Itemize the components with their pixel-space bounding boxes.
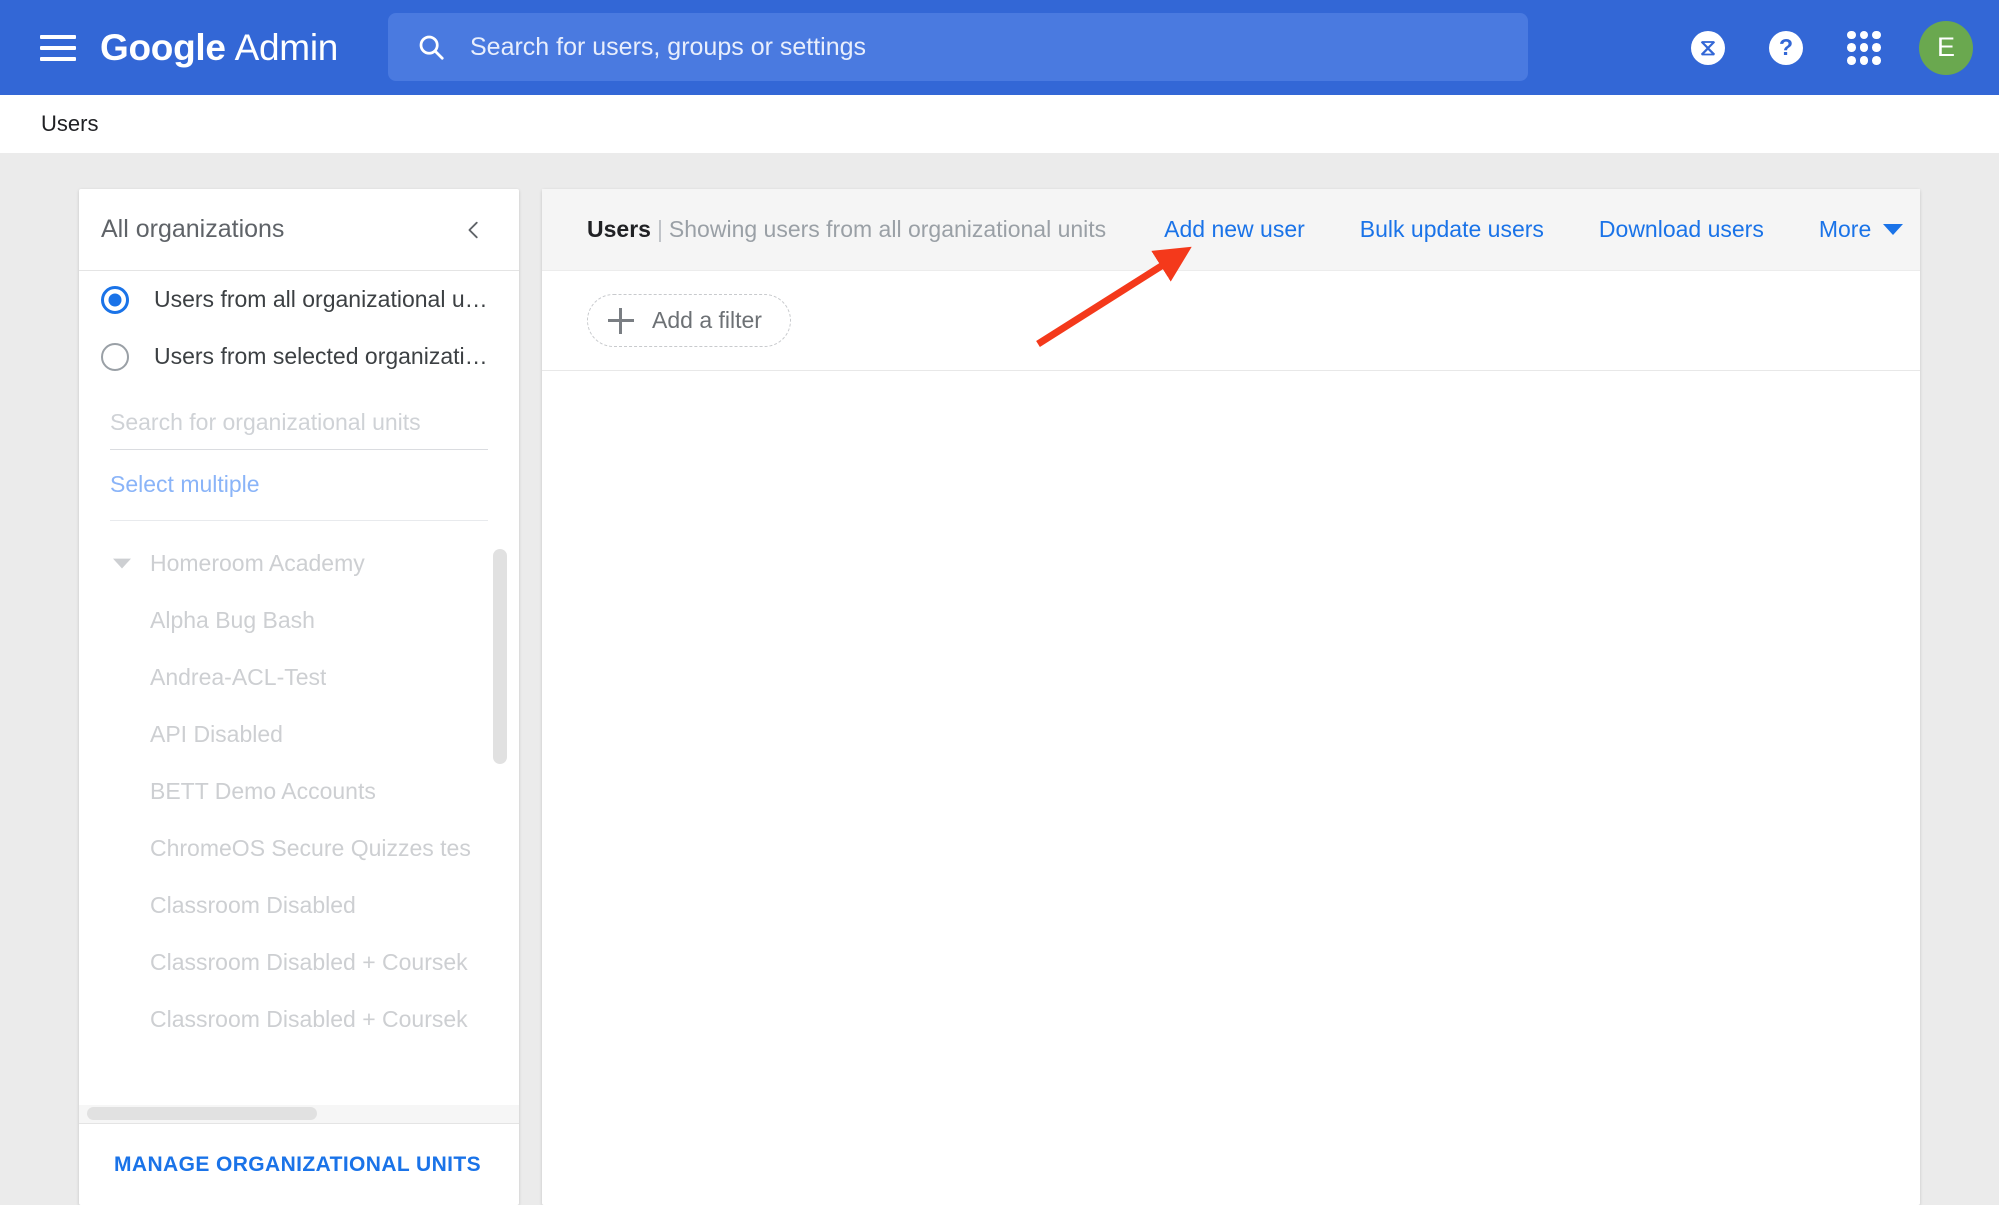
add-new-user-link[interactable]: Add new user xyxy=(1164,216,1305,243)
manage-ou-bar: MANAGE ORGANIZATIONAL UNITS xyxy=(79,1123,519,1205)
ou-tree-item-label: Homeroom Academy xyxy=(150,550,365,576)
ou-tree-item-child[interactable]: Classroom Disabled xyxy=(79,877,519,934)
plus-icon xyxy=(608,307,634,334)
users-panel-subtitle: Showing users from all organizational un… xyxy=(668,216,1107,242)
users-table-empty-area xyxy=(542,371,1920,1203)
users-panel-title: Users | Showing users from all organizatio… xyxy=(587,216,1106,243)
page-title: Users xyxy=(587,216,651,242)
avatar[interactable]: E xyxy=(1919,20,1973,75)
ou-tree[interactable]: Homeroom Academy Alpha Bug Bash Andrea-A… xyxy=(79,521,519,1123)
users-action-links: Add new user Bulk update users Download … xyxy=(1164,216,1904,243)
chevron-down-icon[interactable] xyxy=(110,552,134,576)
brand-google-text: Google xyxy=(100,26,226,68)
ou-tree-vertical-scrollbar[interactable] xyxy=(493,549,507,764)
hourglass-icon[interactable]: ⧖ xyxy=(1691,30,1725,65)
ou-tree-item-label: Andrea-ACL-Test xyxy=(150,664,327,690)
radio-indicator-selected[interactable] xyxy=(101,285,129,314)
ou-tree-item-label: Alpha Bug Bash xyxy=(150,607,315,633)
top-app-bar: Google Admin Search for users, groups or … xyxy=(0,0,1999,95)
hamburger-menu-icon[interactable] xyxy=(40,34,76,61)
ou-tree-item-child[interactable]: BETT Demo Accounts xyxy=(79,763,519,820)
download-users-link[interactable]: Download users xyxy=(1599,216,1764,243)
apps-grid-icon[interactable] xyxy=(1847,30,1881,65)
ou-tree-item-child[interactable]: Classroom Disabled + Coursek xyxy=(79,934,519,991)
ou-tree-item-child[interactable]: Alpha Bug Bash xyxy=(79,592,519,649)
brand-logo: Google Admin xyxy=(100,27,338,69)
select-multiple-link[interactable]: Select multiple xyxy=(110,450,488,521)
ou-tree-item-label: ChromeOS Secure Quizzes tes xyxy=(150,835,471,861)
header-icon-group: ⧖ ? E xyxy=(1691,0,1999,95)
help-icon[interactable]: ? xyxy=(1769,30,1803,65)
ou-tree-item-child[interactable]: API Disabled xyxy=(79,706,519,763)
ou-tree-horizontal-scrollbar-thumb[interactable] xyxy=(87,1107,317,1120)
radio-label-all-ous: Users from all organizational units xyxy=(154,286,497,312)
page-body: All organizations Users from all organiz… xyxy=(0,153,1999,1205)
filter-row: Add a filter xyxy=(542,271,1920,371)
ou-search-input[interactable] xyxy=(110,409,488,436)
ou-tree-item-child[interactable]: Classroom Disabled + Coursek xyxy=(79,991,519,1048)
search-icon xyxy=(416,32,446,62)
ou-tree-item-label: API Disabled xyxy=(150,721,283,747)
more-link[interactable]: More xyxy=(1819,216,1871,243)
add-a-filter-button[interactable]: Add a filter xyxy=(587,294,791,347)
search-placeholder-text: Search for users, groups or settings xyxy=(470,32,867,61)
radio-users-all-ous[interactable]: Users from all organizational units xyxy=(79,271,519,328)
breadcrumb-current: Users xyxy=(41,111,99,136)
radio-indicator-unselected[interactable] xyxy=(101,342,129,371)
brand-admin-text: Admin xyxy=(234,26,339,68)
ou-tree-item-label: BETT Demo Accounts xyxy=(150,778,376,804)
users-main-panel: Users | Showing users from all organizatio… xyxy=(542,189,1920,1205)
add-a-filter-label: Add a filter xyxy=(652,307,762,333)
radio-label-selected-ous: Users from selected organizational... xyxy=(154,343,497,369)
organizations-panel-header: All organizations xyxy=(79,189,519,271)
radio-users-selected-ous[interactable]: Users from selected organizational... xyxy=(79,328,519,385)
ou-tree-item-root[interactable]: Homeroom Academy xyxy=(79,535,519,592)
organizations-panel: All organizations Users from all organiz… xyxy=(79,189,519,1205)
chevron-down-icon[interactable] xyxy=(1883,224,1904,235)
breadcrumb-bar: Users xyxy=(0,95,1999,153)
manage-organizational-units-button[interactable]: MANAGE ORGANIZATIONAL UNITS xyxy=(114,1153,481,1177)
global-search-box[interactable]: Search for users, groups or settings xyxy=(388,13,1528,81)
ou-tree-item-child[interactable]: ChromeOS Secure Quizzes tes xyxy=(79,820,519,877)
chevron-left-icon[interactable] xyxy=(457,209,491,251)
ou-search-field-wrapper xyxy=(110,409,488,450)
ou-tree-item-label: Classroom Disabled xyxy=(150,892,356,918)
ou-tree-item-child[interactable]: Andrea-ACL-Test xyxy=(79,649,519,706)
title-separator: | xyxy=(656,216,663,242)
ou-tree-item-label: Classroom Disabled + Coursek xyxy=(150,949,468,975)
ou-tree-item-label: Classroom Disabled + Coursek xyxy=(150,1006,468,1032)
bulk-update-users-link[interactable]: Bulk update users xyxy=(1360,216,1544,243)
ou-tree-horizontal-scrollbar-track[interactable] xyxy=(79,1105,519,1123)
organizations-panel-title: All organizations xyxy=(101,215,285,243)
users-panel-header: Users | Showing users from all organizatio… xyxy=(542,189,1920,271)
